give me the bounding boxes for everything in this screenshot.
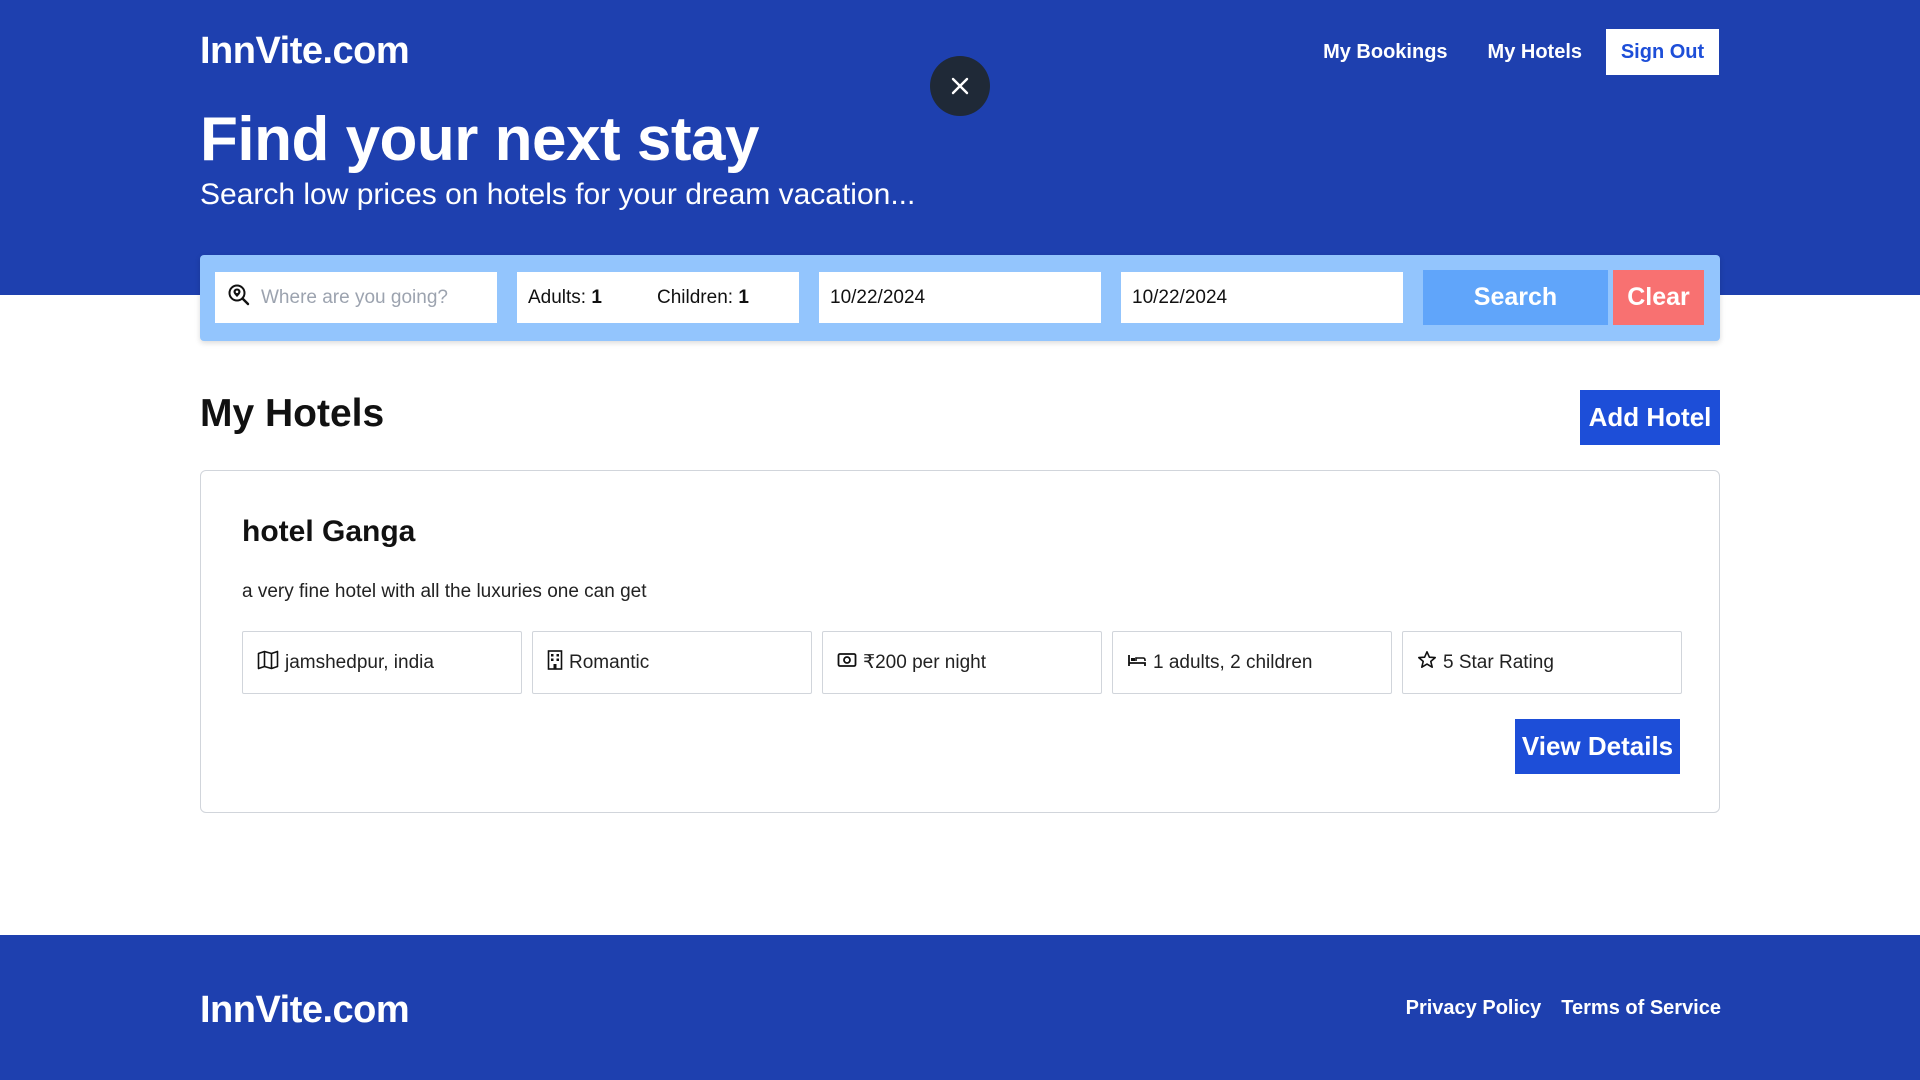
brand-logo[interactable]: InnVite.com — [200, 30, 410, 73]
search-button[interactable]: Search — [1423, 270, 1608, 325]
building-icon — [547, 649, 569, 676]
hero-title: Find your next stay — [200, 105, 759, 174]
children-value[interactable]: 1 — [738, 287, 749, 308]
hotel-details: jamshedpur, india Romantic ₹200 per nigh… — [242, 631, 1682, 694]
view-details-button[interactable]: View Details — [1515, 719, 1680, 774]
children-label: Children: — [657, 286, 734, 308]
clear-button[interactable]: Clear — [1613, 270, 1704, 325]
check-out-date-input[interactable]: 10/22/2024 — [1121, 272, 1403, 323]
nav-my-bookings[interactable]: My Bookings — [1323, 41, 1447, 64]
hero-subtitle: Search low prices on hotels for your dre… — [200, 178, 916, 211]
hotel-price: ₹200 per night — [822, 631, 1102, 694]
hotel-guests: 1 adults, 2 children — [1112, 631, 1392, 694]
hotel-type-text: Romantic — [569, 651, 650, 673]
hotel-rating-text: 5 Star Rating — [1443, 651, 1554, 673]
top-nav: My Bookings My Hotels Sign Out — [1283, 29, 1719, 75]
check-in-date-input[interactable]: 10/22/2024 — [819, 272, 1101, 323]
page-title: My Hotels — [200, 392, 385, 435]
destination-field[interactable]: Where are you going? — [215, 272, 497, 323]
adults-label: Adults: — [528, 286, 587, 308]
search-location-icon — [227, 283, 251, 313]
search-bar: Where are you going? Adults: 1 Children:… — [200, 255, 1720, 341]
add-hotel-button[interactable]: Add Hotel — [1580, 390, 1720, 445]
hotel-price-text: ₹200 per night — [863, 652, 987, 673]
adults-value[interactable]: 1 — [591, 287, 602, 308]
hotel-location: jamshedpur, india — [242, 631, 522, 694]
adults-input[interactable]: Adults: 1 — [528, 287, 657, 309]
footer: InnVite.com Privacy Policy Terms of Serv… — [0, 935, 1920, 1080]
hotel-rating: 5 Star Rating — [1402, 631, 1682, 694]
money-icon — [837, 652, 863, 674]
hotel-name: hotel Ganga — [242, 515, 416, 548]
bed-icon — [1127, 652, 1153, 674]
privacy-policy-link[interactable]: Privacy Policy — [1406, 997, 1542, 1020]
star-icon — [1417, 650, 1443, 676]
hotel-guests-text: 1 adults, 2 children — [1153, 651, 1313, 673]
sign-out-button[interactable]: Sign Out — [1606, 29, 1719, 75]
hero-section: InnVite.com My Bookings My Hotels Sign O… — [0, 0, 1920, 295]
children-input[interactable]: Children: 1 — [657, 287, 749, 309]
footer-brand[interactable]: InnVite.com — [200, 989, 410, 1032]
hotel-description: a very fine hotel with all the luxuries … — [242, 581, 647, 602]
footer-links: Privacy Policy Terms of Service — [1386, 997, 1721, 1020]
destination-input[interactable]: Where are you going? — [261, 287, 448, 309]
close-icon[interactable] — [930, 56, 990, 116]
guests-field[interactable]: Adults: 1 Children: 1 — [517, 272, 799, 323]
hotel-location-text: jamshedpur, india — [285, 651, 434, 673]
nav-my-hotels[interactable]: My Hotels — [1488, 41, 1582, 64]
hotel-type: Romantic — [532, 631, 812, 694]
map-icon — [257, 650, 285, 676]
terms-of-service-link[interactable]: Terms of Service — [1561, 997, 1721, 1020]
hotel-card: hotel Ganga a very fine hotel with all t… — [200, 470, 1720, 813]
